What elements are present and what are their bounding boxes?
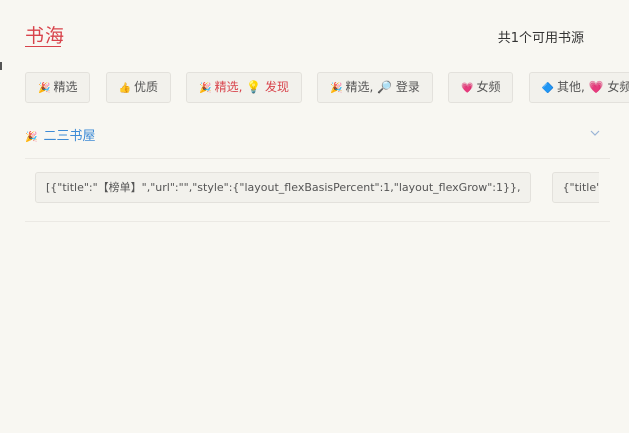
edge-marker [0, 62, 2, 70]
party-popper-icon: 🎉 [25, 132, 38, 143]
filter-chip-label: 优质 [134, 80, 159, 94]
party-popper-icon: 🎉 [38, 83, 51, 94]
filter-chip[interactable]: 💗 女频 [448, 72, 514, 103]
divider [25, 221, 610, 222]
filter-chip-label: 女频 [476, 80, 501, 94]
filter-chip[interactable]: 👍 优质 [105, 72, 172, 103]
source-name-link[interactable]: 🎉 二三书屋 [25, 125, 95, 144]
filter-chip[interactable]: 🎉 精选 [25, 72, 91, 103]
filter-chip[interactable]: 🎉 精选, 💡 发现 [186, 72, 302, 103]
party-popper-icon: 🎉 [330, 83, 343, 94]
title-underline [25, 46, 61, 47]
header: 书海 共1个可用书源 [25, 18, 610, 50]
filter-chip-label: 精选 [53, 80, 78, 94]
chevron-down-icon[interactable] [590, 128, 600, 138]
filter-chip-bar: 🎉 精选 👍 优质 🎉 精选, 💡 发现 🎉 精选, 🔎 登录 💗 女频 🔷 其他, 💗 女… [25, 72, 629, 104]
filter-chip[interactable]: 🔷 其他, 💗 女频 [528, 72, 629, 103]
party-popper-icon: 🎉 [199, 83, 212, 94]
filter-chip-label: 精选, 💡 发现 [214, 80, 289, 94]
page-title: 书海 [25, 25, 66, 47]
source-count: 共1个可用书源 [497, 31, 584, 46]
book-source-page: 书海 共1个可用书源 🎉 精选 👍 优质 🎉 精选, 💡 发现 🎉 精选, 🔎 登录 💗… [0, 0, 629, 433]
thumbs-up-icon: 👍 [118, 83, 132, 94]
heart-icon: 💗 [461, 83, 474, 94]
filter-chip[interactable]: 🎉 精选, 🔎 登录 [317, 72, 433, 103]
source-item[interactable]: 🎉 二三书屋 [25, 122, 610, 159]
diamond-icon: 🔷 [541, 83, 555, 94]
filter-chip-label: 精选, 🔎 登录 [345, 80, 420, 94]
source-name: 二三书屋 [43, 129, 96, 144]
source-tag-bar: [{"title":"【榜单】","url":"","style":{"layo… [35, 172, 599, 203]
source-tag[interactable]: {"title":"周 [551, 172, 599, 203]
filter-chip-label: 其他, 💗 女频 [557, 80, 629, 94]
source-tag[interactable]: [{"title":"【榜单】","url":"","style":{"layo… [35, 172, 532, 203]
